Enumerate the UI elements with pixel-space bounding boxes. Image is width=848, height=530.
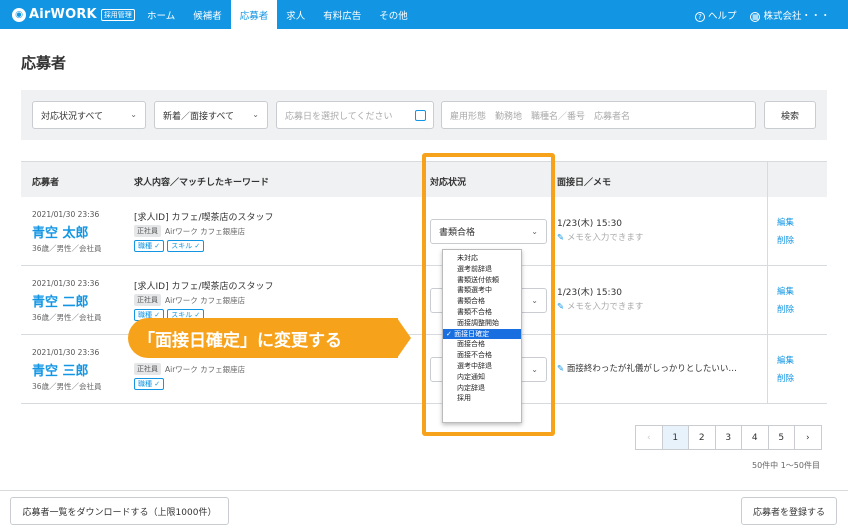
logo-text: AirWORK xyxy=(29,7,97,22)
nav-jobs[interactable]: 求人 xyxy=(277,0,314,29)
pencil-icon: ✎ xyxy=(557,233,565,243)
applicant-name[interactable]: 青空 二郎 xyxy=(32,291,89,310)
page-button[interactable]: 3 xyxy=(714,425,742,450)
applicant-name[interactable]: 青空 三郎 xyxy=(32,360,89,379)
applicant-meta: 36歳／男性／会社員 xyxy=(32,244,102,253)
keyword-tag: 職種 ✓ xyxy=(134,240,165,252)
pencil-icon: ✎ xyxy=(557,364,565,374)
help-link[interactable]: ? ヘルプ xyxy=(694,8,737,22)
applicant-meta: 36歳／男性／会社員 xyxy=(32,382,102,391)
keyword-tags: 職種 ✓ スキル ✓ xyxy=(134,240,205,252)
store-name: Airワーク カフェ銀座店 xyxy=(165,295,246,305)
interview-date: 1/23(木) 15:30 xyxy=(557,288,623,298)
memo-field[interactable]: ✎ メモを入力できます xyxy=(557,300,643,312)
search-button[interactable]: 検索 xyxy=(764,101,816,129)
keyword-tag: スキル ✓ xyxy=(167,240,205,252)
chevron-down-icon: ⌄ xyxy=(252,110,259,119)
job-sub: 正社員 Airワーク カフェ銀座店 xyxy=(134,225,245,237)
top-right-menu: ? ヘルプ ▦ 株式会社・・・ xyxy=(694,0,830,29)
job-title[interactable]: [求人ID] カフェ/喫茶店のスタッフ xyxy=(134,279,274,292)
calendar-icon[interactable] xyxy=(415,110,426,121)
job-title[interactable]: [求人ID] カフェ/喫茶店のスタッフ xyxy=(134,210,274,223)
type-filter-value: 新着／面接すべて xyxy=(163,111,235,122)
interview-date: 1/23(木) 15:30 xyxy=(557,219,623,229)
status-filter-select[interactable]: 対応状況すべて ⌄ xyxy=(32,101,146,129)
prev-page-button[interactable]: ‹ xyxy=(635,425,663,450)
applied-date: 2021/01/30 23:36 xyxy=(32,210,100,219)
page-title: 応募者 xyxy=(21,54,67,72)
employment-tag: 正社員 xyxy=(134,294,161,306)
next-page-button[interactable]: › xyxy=(794,425,822,450)
nav-applicants[interactable]: 応募者 xyxy=(230,0,278,29)
applied-date: 2021/01/30 23:36 xyxy=(32,348,100,357)
type-filter-select[interactable]: 新着／面接すべて ⌄ xyxy=(154,101,268,129)
header-applicant: 応募者 xyxy=(32,178,60,188)
delete-link[interactable]: 削除 xyxy=(777,303,794,315)
keyword-input[interactable]: 雇用形態 勤務地 職種名／番号 応募者名 xyxy=(441,101,756,129)
filter-panel: 対応状況すべて ⌄ 新着／面接すべて ⌄ 応募日を選択してください 雇用形態 勤… xyxy=(21,90,827,140)
delete-link[interactable]: 削除 xyxy=(777,234,794,246)
company-name: 株式会社・・・ xyxy=(763,10,830,22)
footer-bar: 応募者一覧をダウンロードする（上限1000件） 応募者を登録する xyxy=(0,490,848,530)
logo-badge: 採用管理 xyxy=(100,8,135,21)
page-button[interactable]: 1 xyxy=(661,425,689,450)
highlight-box xyxy=(422,153,555,436)
result-count: 50件中 1〜50件目 xyxy=(752,461,820,470)
main-nav: ホーム 候補者 応募者 求人 有料広告 その他 xyxy=(138,0,417,29)
keyword-tag: 職種 ✓ xyxy=(134,378,165,390)
chevron-right-icon: › xyxy=(805,432,810,443)
nav-paid-ads[interactable]: 有料広告 xyxy=(314,0,370,29)
logo-icon: ◉ xyxy=(12,7,26,22)
employment-tag: 正社員 xyxy=(134,363,161,375)
employment-tag: 正社員 xyxy=(134,225,161,237)
job-sub: 正社員 Airワーク カフェ銀座店 xyxy=(134,294,245,306)
memo-field[interactable]: ✎ メモを入力できます xyxy=(557,231,643,243)
help-label: ヘルプ xyxy=(707,10,737,22)
store-name: Airワーク カフェ銀座店 xyxy=(165,364,246,374)
applicant-meta: 36歳／男性／会社員 xyxy=(32,313,102,322)
edit-link[interactable]: 編集 xyxy=(777,354,794,366)
applicant-name[interactable]: 青空 太郎 xyxy=(32,222,89,241)
applied-date: 2021/01/30 23:36 xyxy=(32,279,100,288)
job-sub: 正社員 Airワーク カフェ銀座店 xyxy=(134,363,245,375)
header-interview: 面接日／メモ xyxy=(557,178,612,188)
delete-link[interactable]: 削除 xyxy=(777,372,794,384)
keyword-tags: 職種 ✓ xyxy=(134,378,165,390)
help-icon: ? xyxy=(694,11,705,22)
nav-candidates[interactable]: 候補者 xyxy=(184,0,231,29)
nav-home[interactable]: ホーム xyxy=(138,0,184,29)
chevron-down-icon: ⌄ xyxy=(130,110,137,119)
chevron-left-icon: ‹ xyxy=(646,432,651,443)
page-button[interactable]: 2 xyxy=(688,425,716,450)
edit-link[interactable]: 編集 xyxy=(777,216,794,228)
nav-other[interactable]: その他 xyxy=(370,0,417,29)
store-name: Airワーク カフェ銀座店 xyxy=(165,226,246,236)
top-navbar: ◉ AirWORK 採用管理 ホーム 候補者 応募者 求人 有料広告 その他 ?… xyxy=(0,0,848,29)
register-applicant-button[interactable]: 応募者を登録する xyxy=(741,497,837,525)
callout-arrow xyxy=(397,318,411,358)
page-button[interactable]: 5 xyxy=(767,425,795,450)
edit-link[interactable]: 編集 xyxy=(777,285,794,297)
building-icon: ▦ xyxy=(750,11,761,22)
memo-field[interactable]: ✎ 面接終わったが礼儀がしっかりとしたいい… xyxy=(557,362,737,374)
header-job: 求人内容／マッチしたキーワード xyxy=(134,178,270,188)
company-menu[interactable]: ▦ 株式会社・・・ xyxy=(750,8,830,22)
keyword-placeholder: 雇用形態 勤務地 職種名／番号 応募者名 xyxy=(450,111,631,122)
pagination: ‹ 1 2 3 4 5 › xyxy=(635,425,822,450)
pencil-icon: ✎ xyxy=(557,302,565,312)
date-placeholder: 応募日を選択してください xyxy=(285,111,393,122)
date-input[interactable]: 応募日を選択してください xyxy=(276,101,434,129)
instruction-callout: 「面接日確定」に変更する xyxy=(128,318,398,358)
status-filter-value: 対応状況すべて xyxy=(41,111,104,122)
page-button[interactable]: 4 xyxy=(741,425,769,450)
airwork-logo[interactable]: ◉ AirWORK 採用管理 xyxy=(12,7,138,22)
download-button[interactable]: 応募者一覧をダウンロードする（上限1000件） xyxy=(10,497,229,525)
